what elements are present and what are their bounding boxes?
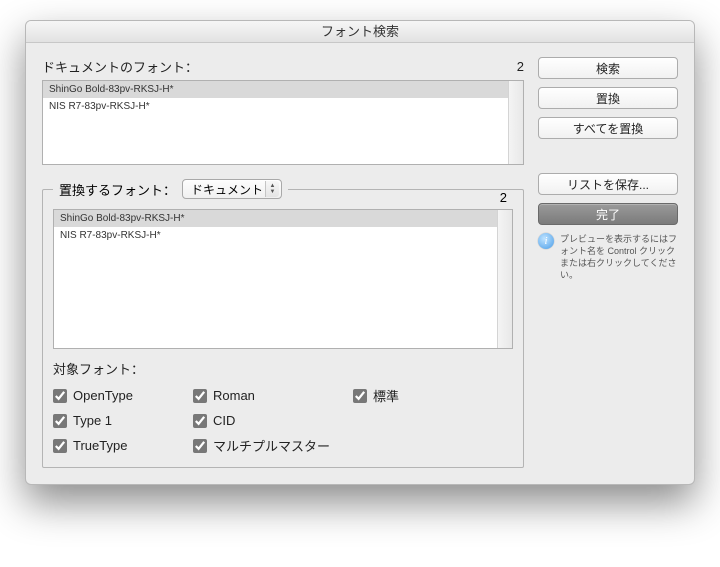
check-truetype[interactable]: TrueType (53, 436, 193, 455)
check-label: Type 1 (73, 413, 112, 428)
check-type1[interactable]: Type 1 (53, 413, 193, 428)
check-label: OpenType (73, 388, 133, 403)
check-roman[interactable]: Roman (193, 386, 353, 405)
replace-fieldset: 置換するフォント： ドキュメント ▲▼ 2 ShinGo Bold-83pv-R… (42, 179, 524, 468)
updown-arrows-icon: ▲▼ (265, 181, 279, 197)
doc-fonts-header: ドキュメントのフォント： 2 (42, 57, 524, 76)
replace-fonts-list[interactable]: ShinGo Bold-83pv-RKSJ-H* NIS R7-83pv-RKS… (53, 209, 513, 349)
list-item[interactable]: ShinGo Bold-83pv-RKSJ-H* (43, 81, 508, 98)
checkbox[interactable] (193, 439, 207, 453)
spacer (538, 147, 678, 173)
doc-fonts-list[interactable]: ShinGo Bold-83pv-RKSJ-H* NIS R7-83pv-RKS… (42, 80, 524, 165)
replace-source-select[interactable]: ドキュメント ▲▼ (182, 179, 282, 199)
change-button[interactable]: 置換 (538, 87, 678, 109)
checkbox[interactable] (53, 389, 67, 403)
check-standard[interactable]: 標準 (353, 386, 493, 405)
checkbox[interactable] (353, 389, 367, 403)
scrollbar[interactable] (497, 210, 512, 348)
list-item[interactable]: ShinGo Bold-83pv-RKSJ-H* (54, 210, 497, 227)
target-fonts-label: 対象フォント： (53, 359, 513, 378)
window-title: フォント検索 (321, 24, 399, 39)
doc-fonts-label: ドキュメントのフォント： (42, 57, 198, 76)
check-label: CID (213, 413, 235, 428)
checkbox[interactable] (53, 414, 67, 428)
done-button[interactable]: 完了 (538, 203, 678, 225)
replace-select-value: ドキュメント (191, 181, 263, 198)
change-all-button[interactable]: すべてを置換 (538, 117, 678, 139)
checkbox[interactable] (193, 389, 207, 403)
target-fonts-checks: OpenType Roman 標準 Type 1 (53, 386, 513, 455)
find-button[interactable]: 検索 (538, 57, 678, 79)
checkbox[interactable] (53, 439, 67, 453)
check-opentype[interactable]: OpenType (53, 386, 193, 405)
content-area: ドキュメントのフォント： 2 ShinGo Bold-83pv-RKSJ-H* … (26, 43, 694, 484)
check-label: マルチプルマスター (213, 436, 330, 455)
check-multimaster[interactable]: マルチプルマスター (193, 436, 353, 455)
info-text: プレビューを表示するにはフォント名を Control クリックまたは右クリックし… (560, 233, 678, 282)
save-list-button[interactable]: リストを保存... (538, 173, 678, 195)
info-icon: i (538, 233, 554, 249)
replace-count: 2 (494, 190, 513, 205)
check-label: 標準 (373, 386, 399, 405)
window-titlebar: フォント検索 (26, 21, 694, 43)
list-item[interactable]: NIS R7-83pv-RKSJ-H* (54, 227, 497, 244)
right-column: 検索 置換 すべてを置換 リストを保存... 完了 i プレビューを表示するには… (538, 57, 678, 468)
doc-fonts-count: 2 (517, 59, 524, 74)
replace-label: 置換するフォント： (59, 180, 176, 199)
info-row: i プレビューを表示するにはフォント名を Control クリックまたは右クリッ… (538, 233, 678, 282)
scrollbar[interactable] (508, 81, 523, 164)
left-column: ドキュメントのフォント： 2 ShinGo Bold-83pv-RKSJ-H* … (42, 57, 524, 468)
check-cid[interactable]: CID (193, 413, 353, 428)
check-label: TrueType (73, 438, 127, 453)
checkbox[interactable] (193, 414, 207, 428)
list-item[interactable]: NIS R7-83pv-RKSJ-H* (43, 98, 508, 115)
dialog-window: フォント検索 ドキュメントのフォント： 2 ShinGo Bold-83pv-R… (25, 20, 695, 485)
check-label: Roman (213, 388, 255, 403)
replace-legend: 置換するフォント： ドキュメント ▲▼ (53, 179, 288, 199)
